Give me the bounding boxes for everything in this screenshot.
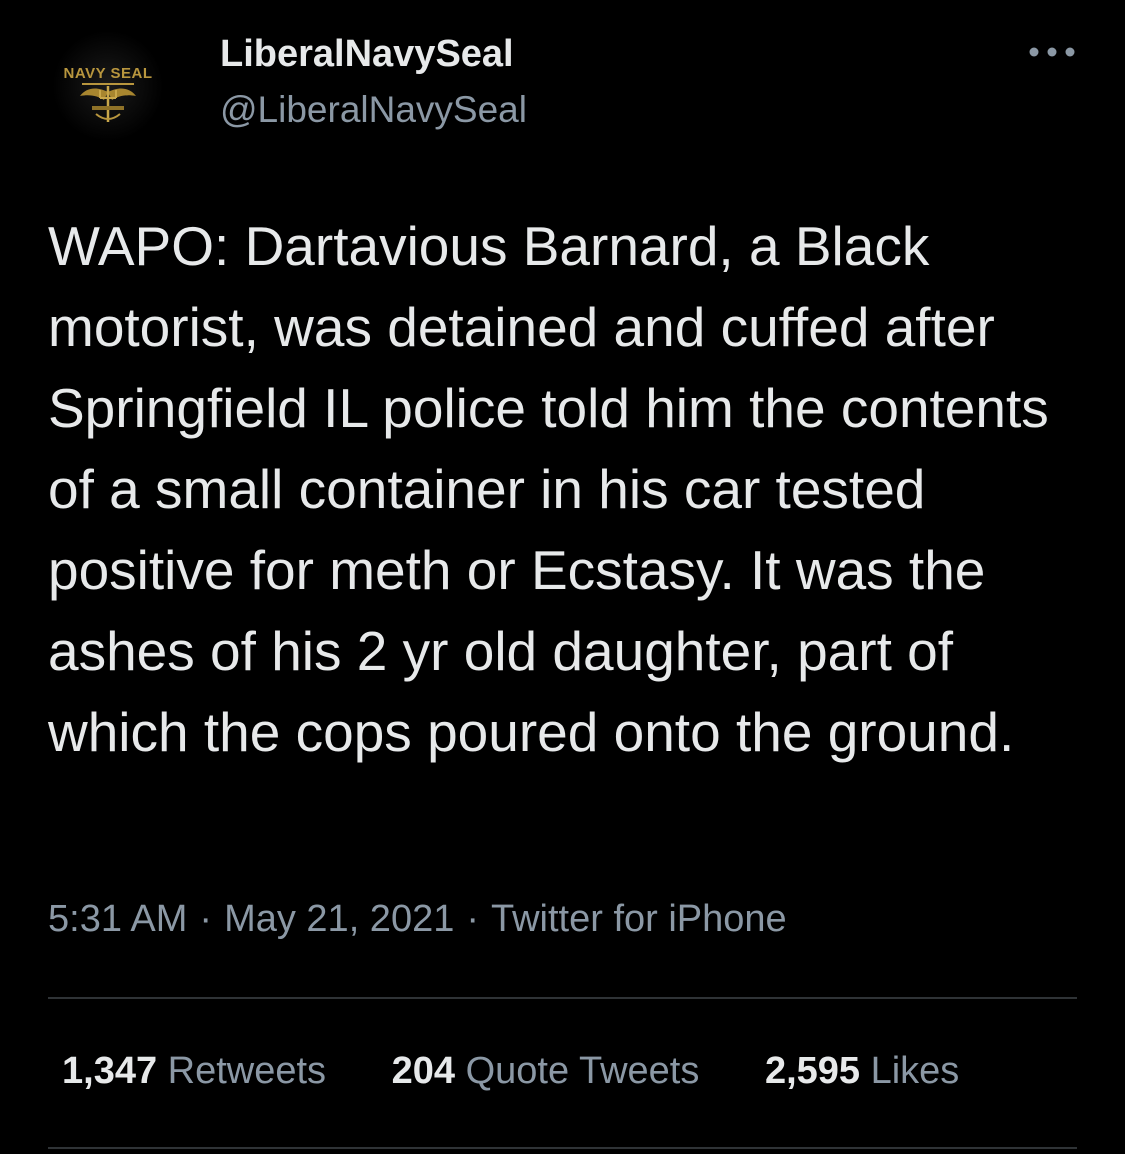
more-options-button[interactable]	[1024, 36, 1080, 68]
tweet-source[interactable]: Twitter for iPhone	[491, 898, 787, 940]
likes-label: Likes	[870, 1050, 960, 1092]
quote-tweets-count: 204	[391, 1050, 456, 1092]
likes-stat[interactable]: 2,595 Likes	[765, 1050, 959, 1093]
tweet-time[interactable]: 5:31 AM	[48, 898, 187, 940]
meta-separator: ·	[199, 898, 213, 940]
tweet-text: WAPO: Dartavious Barnard, a Black motori…	[48, 215, 1065, 763]
tweet-date[interactable]: May 21, 2021	[224, 898, 454, 940]
retweets-label: Retweets	[167, 1050, 327, 1092]
navy-seal-trident-icon: NAVY SEAL	[64, 65, 153, 122]
retweets-count: 1,347	[62, 1050, 158, 1092]
meta-separator: ·	[466, 898, 479, 940]
more-horizontal-icon	[1029, 47, 1075, 57]
tweet-meta: 5:31 AM · May 21, 2021 · Twitter for iPhone	[48, 898, 787, 941]
avatar[interactable]: NAVY SEAL	[52, 30, 164, 142]
avatar-text: NAVY SEAL	[64, 65, 153, 82]
quote-tweets-stat[interactable]: 204 Quote Tweets	[392, 1050, 700, 1093]
divider	[48, 1147, 1077, 1149]
quote-tweets-label: Quote Tweets	[465, 1050, 700, 1092]
tweet-stats: 1,347 Retweets 204 Quote Tweets 2,595 Li…	[62, 1050, 959, 1093]
retweets-stat[interactable]: 1,347 Retweets	[62, 1050, 326, 1093]
divider	[48, 997, 1077, 999]
author-handle[interactable]: @LiberalNavySeal	[220, 89, 527, 131]
tweet-detail: NAVY SEAL LiberalNavySeal @LiberalNavySe…	[0, 0, 1125, 1154]
author-display-name[interactable]: LiberalNavySeal	[220, 33, 514, 76]
likes-count: 2,595	[764, 1050, 861, 1092]
